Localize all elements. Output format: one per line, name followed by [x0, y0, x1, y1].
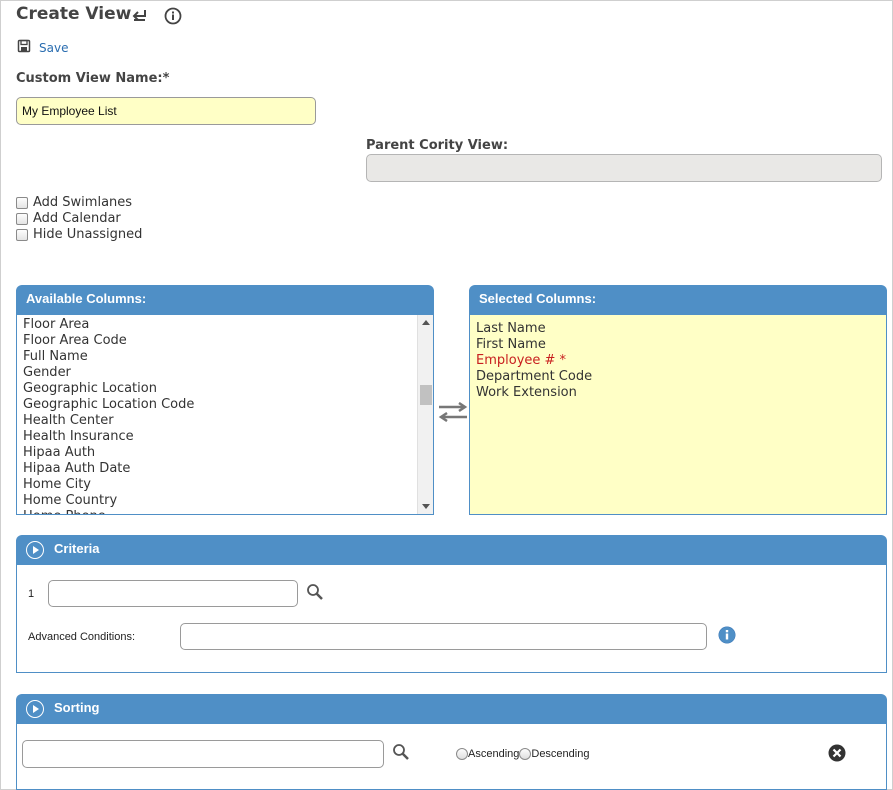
magnifier-icon[interactable] — [306, 583, 324, 605]
custom-view-name-label: Custom View Name:* — [16, 71, 170, 86]
available-column-item[interactable]: Hipaa Auth Date — [23, 461, 427, 477]
criteria-body: 1 Advanced Conditions: — [16, 565, 887, 673]
selected-column-item[interactable]: First Name — [476, 337, 880, 353]
parent-view-input — [366, 154, 882, 182]
available-column-item[interactable]: Geographic Location Code — [23, 397, 427, 413]
add-calendar-option[interactable]: Add Calendar — [16, 211, 121, 226]
descending-label: Descending — [531, 748, 590, 760]
selected-column-item[interactable]: Department Code — [476, 369, 880, 385]
available-column-item[interactable]: Health Center — [23, 413, 427, 429]
available-column-item[interactable]: Floor Area Code — [23, 333, 427, 349]
selected-column-item[interactable]: Employee # * — [476, 353, 880, 369]
sorting-title: Sorting — [54, 700, 100, 715]
available-column-item[interactable]: Full Name — [23, 349, 427, 365]
ascending-label: Ascending — [468, 748, 520, 760]
available-column-item[interactable]: Home Country — [23, 493, 427, 509]
selected-columns-list: Last Name First Name Employee # * Departmen… — [470, 315, 886, 403]
add-calendar-label: Add Calendar — [33, 211, 121, 226]
custom-view-name-input[interactable]: My Employee List — [16, 97, 316, 125]
add-swimlanes-label: Add Swimlanes — [33, 195, 133, 210]
sorting-body: Ascending Descending — [16, 724, 887, 790]
available-column-item[interactable]: Gender — [23, 365, 427, 381]
add-swimlanes-option[interactable]: Add Swimlanes — [16, 195, 132, 210]
selected-columns-panel: Selected Columns: Last Name First Name Emp… — [469, 285, 887, 515]
criteria-field-input[interactable] — [48, 580, 298, 607]
sorting-section: Sorting Ascending Descending — [16, 694, 887, 790]
advanced-conditions-input[interactable] — [180, 623, 707, 650]
scroll-up-icon[interactable] — [422, 320, 430, 325]
scroll-thumb[interactable] — [420, 385, 432, 405]
selected-columns-listbox[interactable]: Last Name First Name Employee # * Departmen… — [469, 315, 887, 515]
available-columns-listbox[interactable]: Floor Area Floor Area Code Full Name Gender… — [16, 315, 434, 515]
available-column-item[interactable]: Geographic Location — [23, 381, 427, 397]
floppy-disk-icon — [17, 39, 31, 56]
page-title: Create View — [16, 4, 132, 24]
sorting-header[interactable]: Sorting — [16, 694, 887, 724]
parent-view-label: Parent Cority View: — [366, 138, 509, 153]
available-column-item[interactable]: Home City — [23, 477, 427, 493]
available-columns-panel: Available Columns: Floor Area Floor Area … — [16, 285, 434, 515]
selected-column-item[interactable]: Last Name — [476, 321, 880, 337]
available-column-item[interactable]: Health Insurance — [23, 429, 427, 445]
sort-field-input[interactable] — [22, 740, 384, 768]
expand-arrow-icon[interactable] — [26, 699, 44, 718]
available-column-item[interactable]: Home Phone — [23, 509, 427, 514]
swap-arrows-icon[interactable] — [437, 401, 469, 426]
hide-unassigned-option[interactable]: Hide Unassigned — [16, 227, 142, 242]
add-calendar-checkbox[interactable] — [16, 212, 28, 225]
return-arrow-icon[interactable] — [130, 6, 150, 26]
close-circle-icon[interactable] — [828, 744, 846, 766]
selected-column-item[interactable]: Work Extension — [476, 385, 880, 401]
advanced-conditions-label: Advanced Conditions: — [28, 631, 136, 643]
available-column-item[interactable]: Floor Area — [23, 317, 427, 333]
descending-radio[interactable] — [519, 748, 532, 760]
expand-arrow-icon[interactable] — [26, 540, 44, 559]
hide-unassigned-checkbox[interactable] — [16, 228, 28, 241]
save-button[interactable]: Save — [17, 39, 68, 56]
add-swimlanes-checkbox[interactable] — [16, 196, 28, 209]
criteria-section: Criteria 1 Advanced Conditions: — [16, 535, 887, 673]
info-circle-icon[interactable] — [163, 6, 183, 26]
available-columns-scrollbar[interactable] — [417, 315, 433, 514]
criteria-row-number: 1 — [28, 588, 35, 600]
criteria-title: Criteria — [54, 541, 100, 556]
criteria-header[interactable]: Criteria — [16, 535, 887, 565]
info-circle-icon[interactable] — [718, 626, 736, 648]
selected-columns-header: Selected Columns: — [469, 285, 887, 315]
ascending-radio[interactable] — [456, 748, 468, 760]
save-label: Save — [39, 40, 69, 55]
available-columns-list: Floor Area Floor Area Code Full Name Gender… — [17, 315, 433, 514]
hide-unassigned-label: Hide Unassigned — [33, 227, 143, 242]
available-column-item[interactable]: Hipaa Auth — [23, 445, 427, 461]
sort-order-group: Ascending Descending — [456, 748, 589, 760]
scroll-down-icon[interactable] — [422, 504, 430, 509]
available-columns-header: Available Columns: — [16, 285, 434, 315]
magnifier-icon[interactable] — [392, 743, 410, 765]
